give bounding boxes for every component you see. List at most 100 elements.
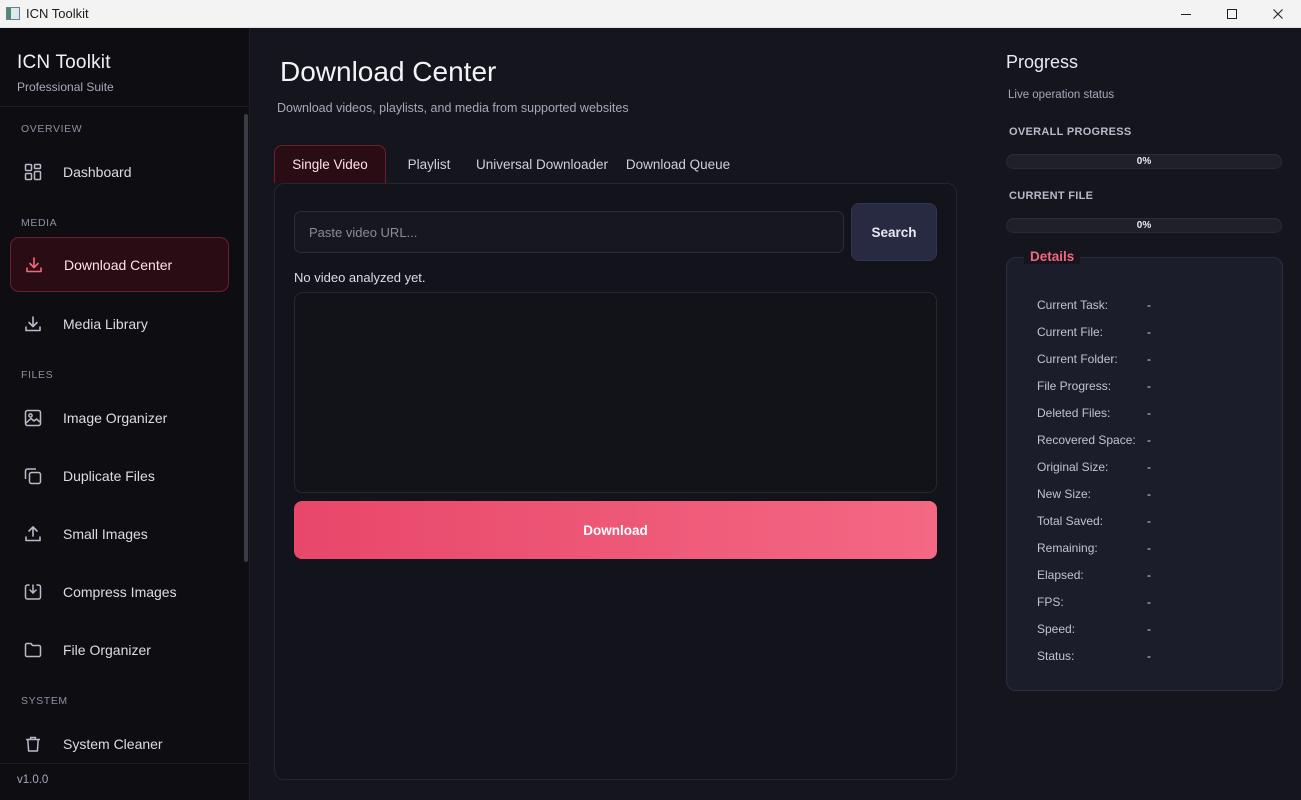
- sidebar-item-duplicate-files[interactable]: Duplicate Files: [10, 448, 229, 503]
- tab-download-queue[interactable]: Download Queue: [612, 145, 744, 183]
- detail-row: File Progress: -: [1037, 379, 1267, 393]
- sidebar-item-label: Download Center: [64, 256, 173, 273]
- sidebar-item-small-images[interactable]: Small Images: [10, 506, 229, 561]
- detail-value: -: [1147, 298, 1151, 312]
- detail-value: -: [1147, 568, 1151, 582]
- detail-value: -: [1147, 352, 1151, 366]
- detail-key: Remaining:: [1037, 541, 1098, 555]
- detail-key: Current Folder:: [1037, 352, 1118, 366]
- detail-value: -: [1147, 514, 1151, 528]
- sidebar-scrollbar[interactable]: [244, 114, 248, 562]
- download-button[interactable]: Download: [294, 501, 937, 559]
- detail-row: Status: -: [1037, 649, 1267, 663]
- detail-row: Elapsed: -: [1037, 568, 1267, 582]
- divider: [0, 763, 249, 764]
- section-overview: OVERVIEW: [21, 123, 83, 135]
- detail-value: -: [1147, 325, 1151, 339]
- divider: [0, 106, 249, 107]
- sidebar-item-label: File Organizer: [63, 641, 151, 658]
- close-icon: [1273, 9, 1283, 19]
- sidebar-item-label: Media Library: [63, 315, 148, 332]
- sidebar-item-compress-images[interactable]: Compress Images: [10, 564, 229, 619]
- progress-title: Progress: [1006, 52, 1079, 72]
- sidebar-item-dashboard[interactable]: Dashboard: [10, 144, 229, 199]
- details-group: Details Current Task: - Current File: - Curr…: [1006, 249, 1283, 691]
- detail-value: -: [1147, 379, 1151, 393]
- detail-key: File Progress:: [1037, 379, 1112, 393]
- detail-key: Recovered Space:: [1037, 433, 1136, 447]
- detail-value: -: [1147, 406, 1151, 420]
- detail-value: -: [1147, 541, 1151, 555]
- window-titlebar: ICN Toolkit: [0, 0, 1301, 28]
- window-controls: [1163, 0, 1301, 28]
- video-info-box: [294, 292, 937, 493]
- trash-icon: [23, 734, 43, 754]
- detail-value: -: [1147, 622, 1151, 636]
- maximize-icon: [1227, 9, 1237, 19]
- detail-key: New Size:: [1037, 487, 1092, 501]
- tab-label: Universal Downloader: [475, 156, 609, 172]
- detail-key: Elapsed:: [1037, 568, 1084, 582]
- sidebar-item-label: Small Images: [63, 525, 148, 542]
- sidebar-item-file-organizer[interactable]: File Organizer: [10, 622, 229, 677]
- detail-row: Deleted Files: -: [1037, 406, 1267, 420]
- sidebar-item-label: Duplicate Files: [63, 467, 155, 484]
- current-file-progress-bar: 0%: [1006, 218, 1282, 233]
- detail-key: FPS:: [1037, 595, 1064, 609]
- video-url-input[interactable]: [294, 211, 844, 253]
- page-title: Download Center: [280, 56, 497, 87]
- brand: ICN Toolkit Professional Suite: [17, 52, 114, 94]
- detail-key: Deleted Files:: [1037, 406, 1111, 420]
- detail-key: Total Saved:: [1037, 514, 1104, 528]
- window-title: ICN Toolkit: [26, 6, 89, 21]
- page-subtitle: Download videos, playlists, and media fr…: [277, 101, 629, 115]
- detail-key: Current File:: [1037, 325, 1104, 339]
- folder-icon: [23, 640, 43, 660]
- progress-subtitle: Live operation status: [1008, 89, 1115, 101]
- detail-row: Original Size: -: [1037, 460, 1267, 474]
- copy-icon: [23, 466, 43, 486]
- minimize-button[interactable]: [1163, 0, 1209, 28]
- sidebar: ICN Toolkit Professional Suite OVERVIEW …: [0, 28, 250, 800]
- section-media: MEDIA: [21, 217, 58, 229]
- minimize-icon: [1181, 14, 1191, 15]
- detail-key: Original Size:: [1037, 460, 1109, 474]
- sidebar-item-media-library[interactable]: Media Library: [10, 296, 229, 351]
- compress-icon: [23, 582, 43, 602]
- overall-progress-bar: 0%: [1006, 154, 1282, 169]
- current-file-label: CURRENT FILE: [1009, 190, 1094, 202]
- tab-universal-downloader[interactable]: Universal Downloader: [472, 145, 612, 183]
- tab-bar: Single Video Playlist Universal Download…: [274, 145, 744, 183]
- detail-row: Speed: -: [1037, 622, 1267, 636]
- sidebar-item-download-center[interactable]: Download Center: [10, 237, 229, 292]
- sidebar-item-label: Compress Images: [63, 583, 177, 600]
- brand-title: ICN Toolkit: [17, 52, 111, 73]
- detail-value: -: [1147, 433, 1151, 447]
- details-title: Details: [1024, 249, 1081, 264]
- overall-progress-label: OVERALL PROGRESS: [1009, 126, 1132, 138]
- detail-row: Recovered Space: -: [1037, 433, 1267, 447]
- tab-single-video[interactable]: Single Video: [274, 145, 386, 183]
- tab-playlist[interactable]: Playlist: [386, 145, 472, 183]
- current-file-progress-text: 0%: [1136, 220, 1152, 231]
- tab-label: Download Queue: [625, 156, 731, 172]
- sidebar-item-label: Dashboard: [63, 163, 132, 180]
- dashboard-grid-icon: [23, 162, 43, 182]
- brand-subtitle: Professional Suite: [17, 80, 114, 94]
- detail-value: -: [1147, 487, 1151, 501]
- sidebar-item-image-organizer[interactable]: Image Organizer: [10, 390, 229, 445]
- detail-value: -: [1147, 460, 1151, 474]
- close-button[interactable]: [1255, 0, 1301, 28]
- section-files: FILES: [21, 369, 54, 381]
- detail-row: New Size: -: [1037, 487, 1267, 501]
- app-version: v1.0.0: [17, 774, 49, 786]
- detail-row: Total Saved: -: [1037, 514, 1267, 528]
- overall-progress-text: 0%: [1136, 156, 1152, 167]
- single-video-panel: Search No video analyzed yet. Download: [274, 183, 957, 780]
- main-content: Download Center Download videos, playlis…: [250, 28, 980, 800]
- download-icon: [23, 314, 43, 334]
- maximize-button[interactable]: [1209, 0, 1255, 28]
- search-button[interactable]: Search: [851, 203, 937, 261]
- detail-key: Speed:: [1037, 622, 1076, 636]
- tab-label: Single Video: [292, 157, 368, 172]
